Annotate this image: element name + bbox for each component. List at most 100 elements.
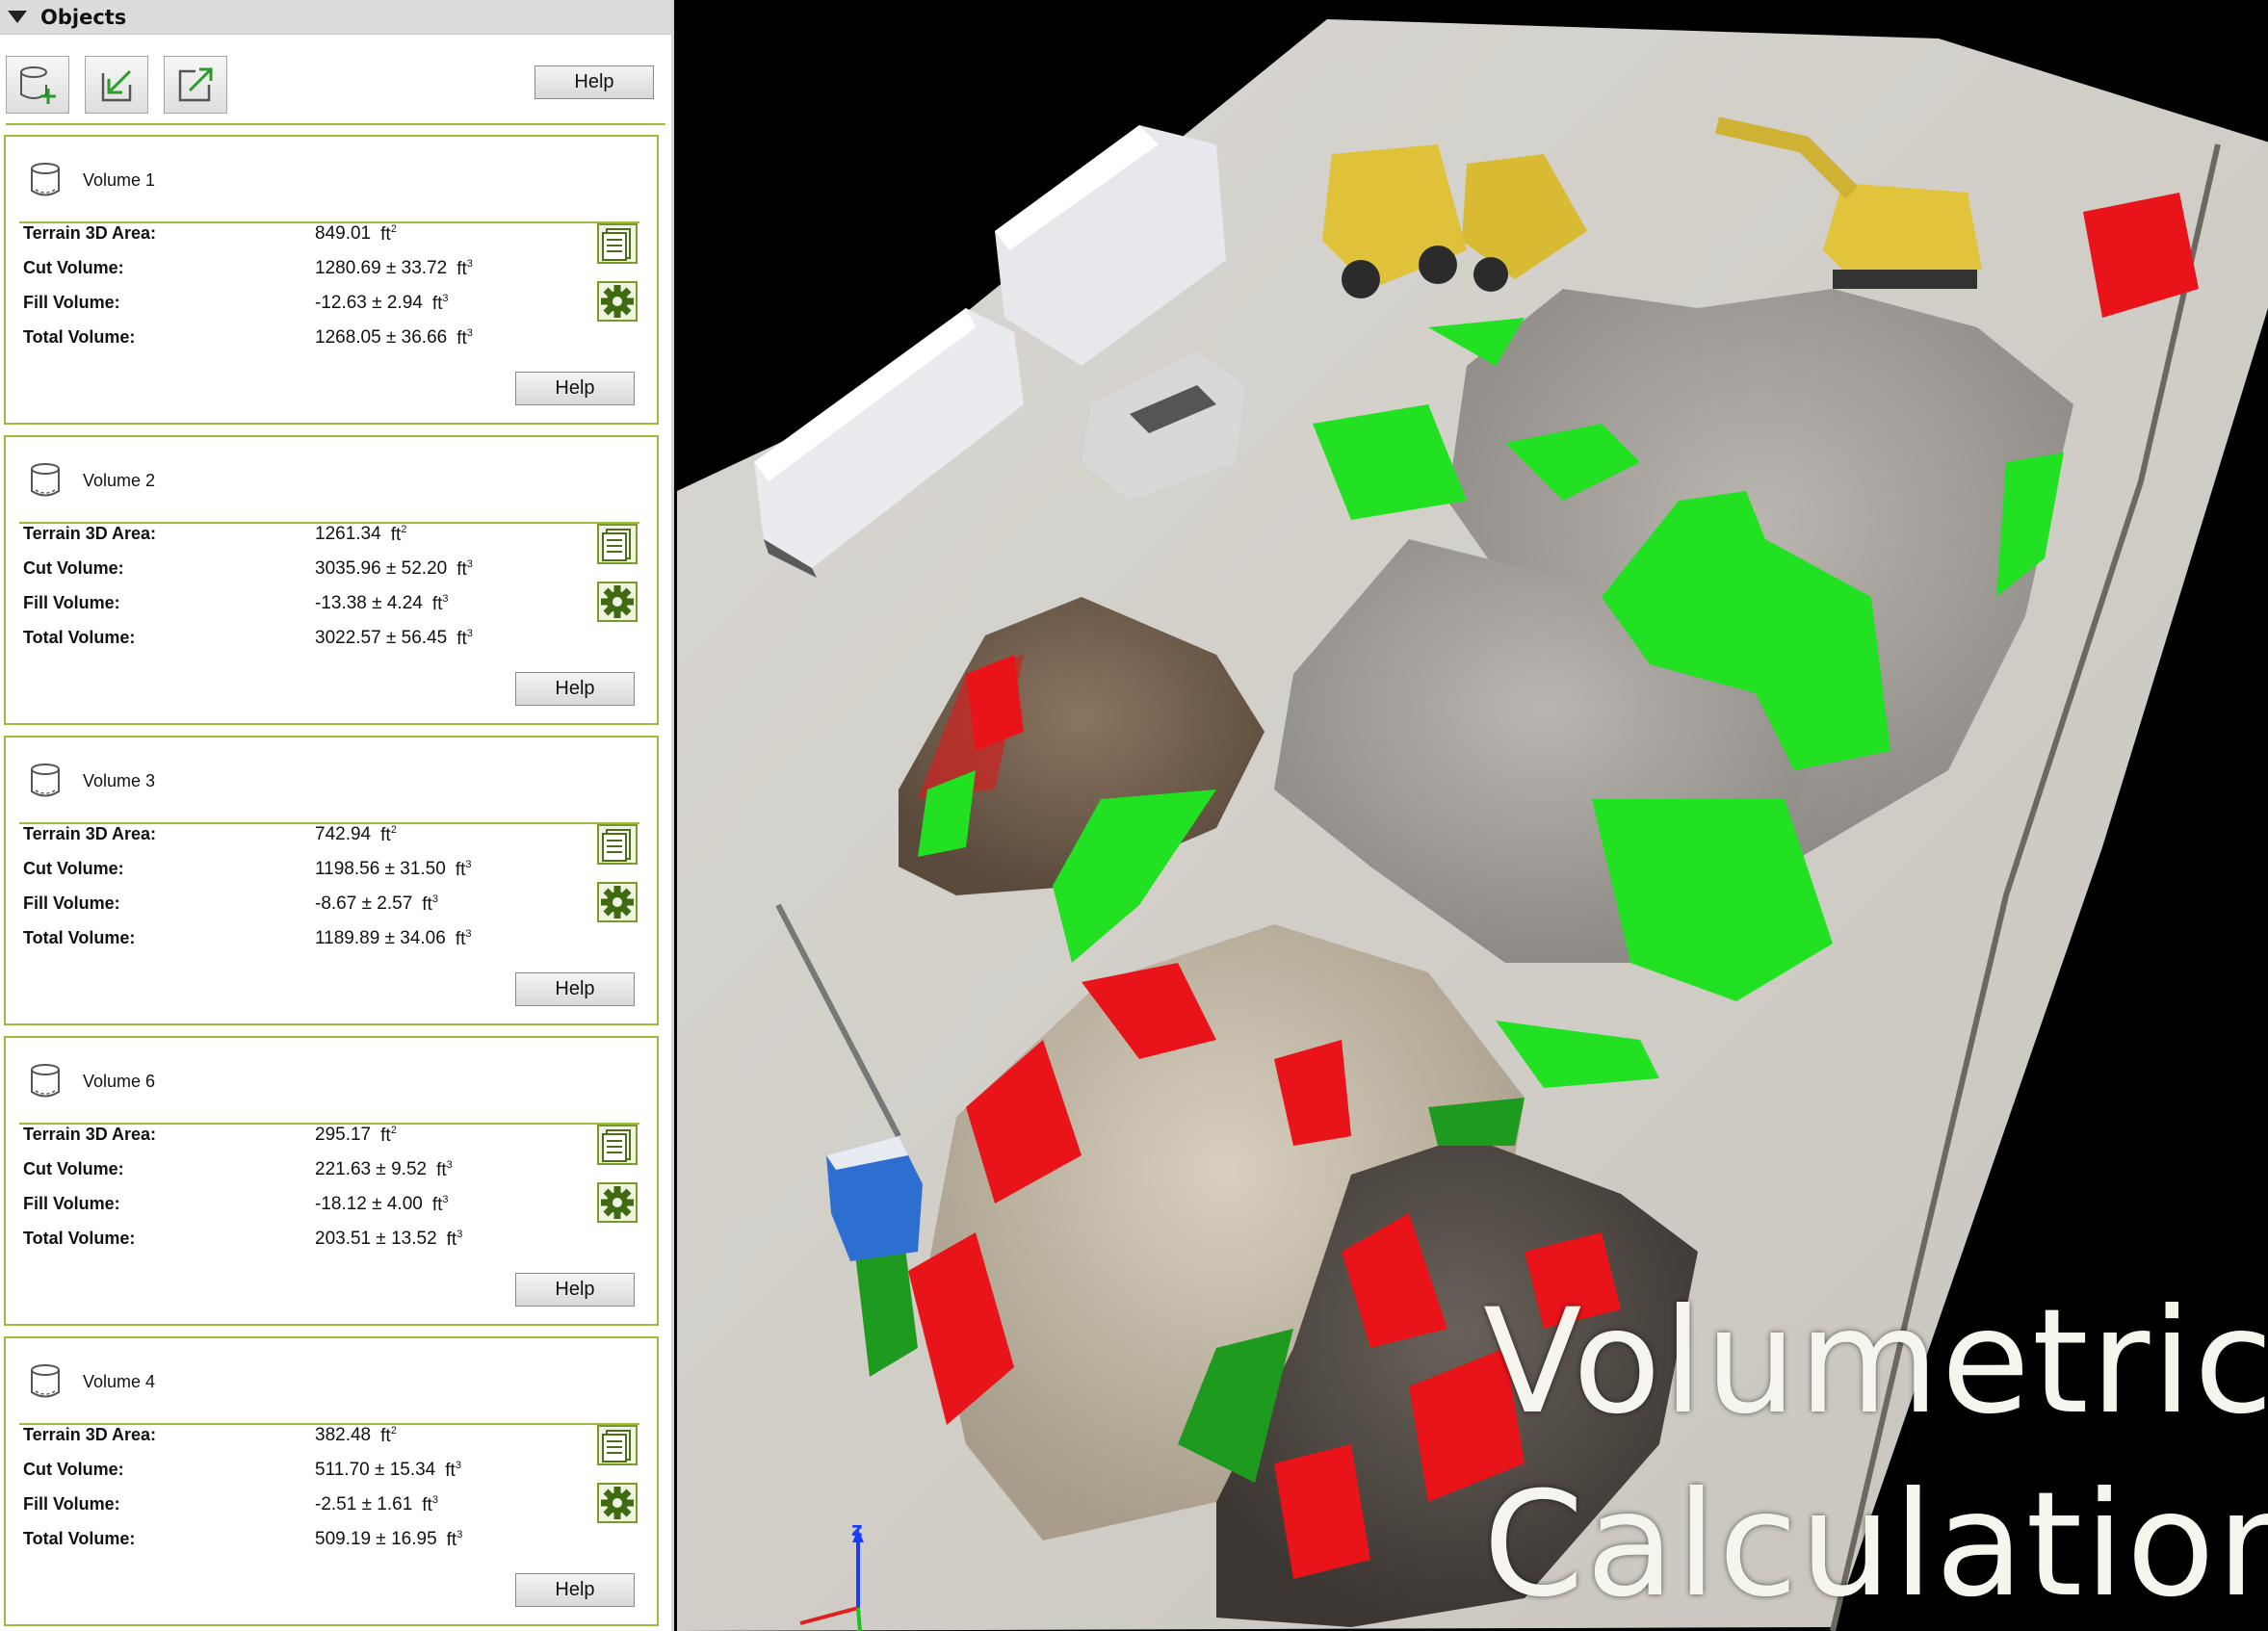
total-volume-value: 509.19 ± 16.95 [315,1529,437,1549]
total-volume-row: Total Volume: 3022.57 ± 56.45 ft3 [23,624,524,653]
total-volume-value: 3022.57 ± 56.45 [315,628,448,648]
total-volume-row: Total Volume: 1189.89 ± 34.06 ft3 [23,924,524,953]
fill-volume-unit: ft3 [422,893,438,915]
total-volume-label: Total Volume: [23,1529,136,1548]
gear-icon [597,882,638,922]
settings-button[interactable] [597,1483,638,1523]
fill-volume-label: Fill Volume: [23,293,120,312]
volume-card: Volume 3 Terrain 3D Area: 742.94 ft2 Cut… [4,736,659,1025]
settings-button[interactable] [597,281,638,322]
cut-volume-value: 1280.69 ± 33.72 [315,258,448,278]
cut-volume-value: 511.70 ± 15.34 [315,1460,436,1480]
report-button[interactable] [597,223,638,264]
total-volume-label: Total Volume: [23,628,136,647]
volume-help-button[interactable]: Help [515,372,635,405]
axis-z-label: z [851,1517,863,1540]
cut-volume-label: Cut Volume: [23,258,124,277]
import-button[interactable] [85,56,148,114]
total-volume-label: Total Volume: [23,327,136,347]
fill-volume-value: -8.67 ± 2.57 [315,893,413,914]
report-button[interactable] [597,524,638,564]
cut-volume-label: Cut Volume: [23,859,124,878]
cut-volume-row: Cut Volume: 1198.56 ± 31.50 ft3 [23,855,524,884]
fill-volume-row: Fill Volume: -2.51 ± 1.61 ft3 [23,1490,524,1519]
report-button[interactable] [597,824,638,865]
volume-header[interactable]: Volume 3 [29,757,645,805]
total-volume-value: 1268.05 ± 36.66 [315,327,448,348]
fill-volume-value: -2.51 ± 1.61 [315,1494,413,1514]
fill-volume-row: Fill Volume: -18.12 ± 4.00 ft3 [23,1190,524,1219]
gear-icon [597,1483,638,1523]
total-volume-label: Total Volume: [23,928,136,947]
fill-volume-label: Fill Volume: [23,1194,120,1213]
volumetric-calculations-title: Volumetric Calculations [1483,1271,2268,1631]
volume-help-button[interactable]: Help [515,672,635,706]
fill-volume-row: Fill Volume: -12.63 ± 2.94 ft3 [23,289,524,318]
terrain-area-unit: ft2 [380,1125,397,1146]
cut-volume-unit: ft3 [455,859,472,880]
fill-volume-row: Fill Volume: -13.38 ± 4.24 ft3 [23,589,524,618]
export-button[interactable] [164,56,227,114]
cut-volume-label: Cut Volume: [23,1460,124,1479]
volume-header[interactable]: Volume 4 [29,1358,645,1406]
title-line-1: Volumetric [1483,1279,2268,1446]
terrain-area-unit: ft2 [380,824,397,845]
collapse-caret-icon[interactable] [8,11,27,23]
objects-panel: Objects Help Volume 1 Terrain 3D Area: 8… [0,0,674,1631]
volume-name: Volume 2 [83,470,156,490]
fill-volume-unit: ft3 [431,293,449,314]
gear-icon [597,582,638,622]
volume-name: Volume 6 [83,1071,156,1091]
volume-help-button[interactable]: Help [515,1273,635,1307]
fill-volume-unit: ft3 [431,593,449,614]
toolbar-help-button[interactable]: Help [534,65,654,99]
terrain-area-label: Terrain 3D Area: [23,824,157,843]
settings-button[interactable] [597,582,638,622]
fill-volume-value: -12.63 ± 2.94 [315,293,423,313]
terrain-area-row: Terrain 3D Area: 295.17 ft2 [23,1121,524,1150]
total-volume-value: 1189.89 ± 34.06 [315,928,446,948]
fill-volume-label: Fill Volume: [23,893,120,913]
cut-volume-row: Cut Volume: 1280.69 ± 33.72 ft3 [23,254,524,283]
total-volume-unit: ft3 [446,1529,463,1550]
report-button[interactable] [597,1425,638,1465]
cut-volume-unit: ft3 [456,558,473,580]
add-volume-button[interactable] [6,56,69,114]
volume-help-button[interactable]: Help [515,1573,635,1607]
total-volume-label: Total Volume: [23,1229,136,1248]
cut-volume-value: 3035.96 ± 52.20 [315,558,448,579]
cut-volume-label: Cut Volume: [23,1159,124,1178]
fill-volume-unit: ft3 [422,1494,438,1515]
terrain-area-label: Terrain 3D Area: [23,223,157,243]
cut-volume-value: 221.63 ± 9.52 [315,1159,428,1179]
volume-cylinder-icon [31,1064,60,1098]
total-volume-row: Total Volume: 203.51 ± 13.52 ft3 [23,1225,524,1254]
gear-icon [597,1182,638,1223]
point-cloud-viewport[interactable]: z Volumetric Calculations [677,0,2268,1631]
report-document-icon [597,824,638,865]
objects-panel-header[interactable]: Objects [0,0,671,35]
volume-help-button[interactable]: Help [515,972,635,1006]
volume-header[interactable]: Volume 2 [29,456,645,505]
volume-card: Volume 2 Terrain 3D Area: 1261.34 ft2 Cu… [4,435,659,725]
terrain-area-row: Terrain 3D Area: 1261.34 ft2 [23,520,524,549]
cut-volume-unit: ft3 [436,1159,453,1180]
total-volume-unit: ft3 [456,327,473,349]
title-line-2: Calculations [1483,1462,2268,1629]
volume-name: Volume 1 [83,169,156,190]
volume-name: Volume 3 [83,770,156,790]
volume-cylinder-icon [31,764,60,797]
terrain-area-unit: ft2 [380,1425,397,1446]
volume-header[interactable]: Volume 1 [29,156,645,204]
report-document-icon [597,223,638,264]
report-button[interactable] [597,1125,638,1165]
terrain-area-label: Terrain 3D Area: [23,1125,157,1144]
settings-button[interactable] [597,1182,638,1223]
settings-button[interactable] [597,882,638,922]
fill-volume-value: -18.12 ± 4.00 [315,1194,423,1214]
import-icon [101,69,132,102]
terrain-area-row: Terrain 3D Area: 849.01 ft2 [23,220,524,248]
cut-volume-row: Cut Volume: 511.70 ± 15.34 ft3 [23,1456,524,1485]
volume-cylinder-icon [31,163,60,196]
volume-header[interactable]: Volume 6 [29,1057,645,1105]
